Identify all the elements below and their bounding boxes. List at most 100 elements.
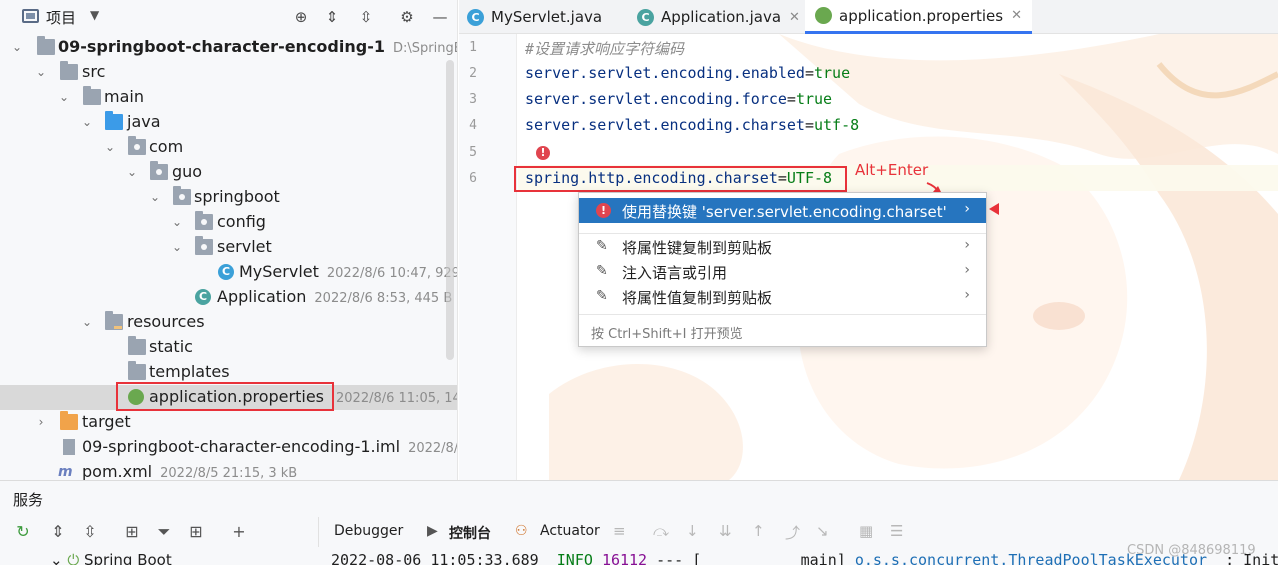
chevron-down-icon[interactable]: ⌄ — [80, 313, 94, 331]
chevron-down-icon[interactable]: ⌄ — [34, 63, 48, 81]
tree-item-resources[interactable]: ⌄ resources — [0, 310, 457, 335]
refresh-icon[interactable]: ↻ — [13, 522, 33, 542]
project-title[interactable]: 项目 — [46, 7, 76, 28]
chevron-right-icon[interactable]: ⌄ — [170, 213, 184, 231]
tab-label: Application.java — [661, 8, 782, 26]
tree-item-label: guo — [172, 162, 203, 181]
code-line-2[interactable]: server.servlet.encoding.enabled=true — [525, 64, 850, 82]
tree-item-config[interactable]: ⌄ config — [0, 210, 457, 235]
expand-all-icon[interactable]: ⇕ — [323, 8, 341, 26]
tree-item-com[interactable]: ⌄ com — [0, 135, 457, 160]
close-icon[interactable]: ✕ — [789, 10, 800, 25]
error-bulb-icon[interactable]: ! — [536, 146, 550, 160]
chevron-down-icon[interactable]: ⌄ — [57, 88, 71, 106]
project-view-icon[interactable] — [22, 9, 39, 23]
module-folder-icon — [37, 36, 55, 55]
run-to-cursor-icon[interactable]: ↘ — [816, 522, 829, 540]
tab-myservlet[interactable]: C MyServlet.java — [467, 0, 602, 34]
code-line-3[interactable]: server.servlet.encoding.force=true — [525, 90, 832, 108]
code-line-1[interactable]: #设置请求响应字符编码 — [525, 38, 684, 59]
error-bulb-icon: ! — [596, 203, 611, 218]
excluded-folder-icon — [60, 411, 78, 430]
edit-icon: ✎ — [596, 238, 608, 254]
watermark: CSDN @848698119 — [1127, 543, 1256, 558]
line-number: 2 — [469, 66, 477, 81]
collapse-all-icon[interactable]: ⇳ — [80, 522, 100, 542]
chevron-down-icon[interactable]: ⌄ — [125, 163, 139, 181]
add-icon[interactable]: + — [229, 522, 249, 542]
close-icon[interactable]: ✕ — [1011, 8, 1022, 23]
chevron-down-icon[interactable]: ▼ — [90, 8, 99, 22]
new-tab-icon[interactable]: ⊞ — [186, 522, 206, 542]
services-tree-item[interactable]: ⌄ ⏻ Spring Boot — [50, 551, 172, 565]
tree-item-label: target — [82, 412, 131, 431]
trace-icon[interactable]: ☰ — [890, 522, 903, 540]
code-line-4[interactable]: server.servlet.encoding.charset=utf-8 — [525, 116, 859, 134]
locate-icon[interactable]: ⊕ — [292, 8, 310, 26]
tree-item-java[interactable]: ⌄ java — [0, 110, 457, 135]
chevron-down-icon[interactable]: ⌄ — [103, 138, 117, 156]
line-number: 4 — [469, 118, 477, 133]
editor-tabs: C MyServlet.java C Application.java ✕ ap… — [459, 0, 1278, 34]
chevron-down-icon[interactable]: ⌄ — [170, 238, 184, 256]
divider — [579, 314, 986, 315]
tree-item-servlet[interactable]: ⌄ servlet — [0, 235, 457, 260]
class-icon: C — [467, 8, 484, 26]
popup-item-label: 注入语言或引用 — [622, 264, 728, 282]
expand-all-icon[interactable]: ⇕ — [48, 522, 68, 542]
collapse-all-icon[interactable]: ⇳ — [357, 8, 375, 26]
group-icon[interactable]: ⊞ — [122, 522, 142, 542]
tree-item-iml[interactable]: 09-springboot-character-encoding-1.iml 20… — [0, 435, 457, 460]
tree-item-main[interactable]: ⌄ main — [0, 85, 457, 110]
tree-item-springboot[interactable]: ⌄ springboot — [0, 185, 457, 210]
drop-frame-icon[interactable]: ⤴ — [785, 522, 800, 543]
chevron-down-icon[interactable]: ⌄ — [148, 188, 162, 206]
chevron-right-icon[interactable]: › — [34, 413, 48, 431]
tab-debugger[interactable]: Debugger — [334, 523, 403, 539]
filter-icon[interactable]: ⏷ — [154, 522, 174, 542]
tree-item-label: pom.xml 2022/8/5 21:15, 3 kB — [82, 462, 298, 480]
step-into-icon[interactable]: ↓ — [686, 522, 699, 540]
popup-item-replace-key[interactable]: ! 使用替换键 'server.servlet.encoding.charset… — [579, 198, 986, 223]
package-icon — [150, 161, 168, 180]
package-icon — [173, 186, 191, 205]
tab-application[interactable]: C Application.java ✕ — [637, 0, 800, 34]
tree-item-myservlet[interactable]: C MyServlet 2022/8/6 10:47, 929 I — [0, 260, 457, 285]
tree-item-guo[interactable]: ⌄ guo — [0, 160, 457, 185]
evaluate-icon[interactable]: ▦ — [859, 522, 873, 540]
services-tree-label: Spring Boot — [84, 551, 172, 565]
tree-item-module[interactable]: ⌄ 09-springboot-character-encoding-1 D:\S… — [0, 35, 457, 60]
actuator-icon: ⚇ — [515, 523, 528, 539]
tab-label: MyServlet.java — [491, 8, 603, 26]
chevron-down-icon[interactable]: ⌄ — [10, 38, 24, 56]
tree-item-src[interactable]: ⌄ src — [0, 60, 457, 85]
line-number: 5 — [469, 145, 477, 160]
console-icon: ▶ — [427, 523, 438, 539]
tree-item-label: springboot — [194, 187, 280, 206]
folder-icon — [128, 361, 146, 380]
gear-icon[interactable]: ⚙ — [398, 8, 416, 26]
line-number: 1 — [469, 40, 477, 55]
step-over-icon[interactable]: ⤼ — [653, 522, 669, 540]
chevron-down-icon[interactable]: ⌄ — [50, 551, 63, 565]
scrollbar[interactable] — [446, 60, 454, 360]
tab-label: application.properties — [839, 6, 1004, 25]
tree-item-label: servlet — [217, 237, 272, 256]
popup-item-inject-language[interactable]: ✎ 注入语言或引用 › — [579, 259, 986, 284]
tab-console[interactable]: 控制台 — [449, 523, 491, 543]
hide-icon[interactable]: — — [431, 8, 449, 26]
popup-item-copy-key[interactable]: ✎ 将属性键复制到剪贴板 › — [579, 234, 986, 259]
popup-item-label: 使用替换键 'server.servlet.encoding.charset' — [622, 203, 947, 221]
force-step-into-icon[interactable]: ⇊ — [719, 522, 732, 540]
tree-item-static[interactable]: static — [0, 335, 457, 360]
step-out-icon[interactable]: ↑ — [752, 522, 765, 540]
popup-item-copy-value[interactable]: ✎ 将属性值复制到剪贴板 › — [579, 284, 986, 309]
tab-actuator[interactable]: Actuator — [540, 523, 600, 539]
tree-item-target[interactable]: › target — [0, 410, 457, 435]
tree-item-pom[interactable]: m pom.xml 2022/8/5 21:15, 3 kB — [0, 460, 457, 480]
annotation-highlight-box — [514, 166, 847, 192]
menu-icon[interactable]: ≡ — [613, 522, 626, 540]
tab-application-properties[interactable]: application.properties ✕ — [805, 0, 1032, 34]
chevron-down-icon[interactable]: ⌄ — [80, 113, 94, 131]
tree-item-application[interactable]: C Application 2022/8/6 8:53, 445 B 1! — [0, 285, 457, 310]
